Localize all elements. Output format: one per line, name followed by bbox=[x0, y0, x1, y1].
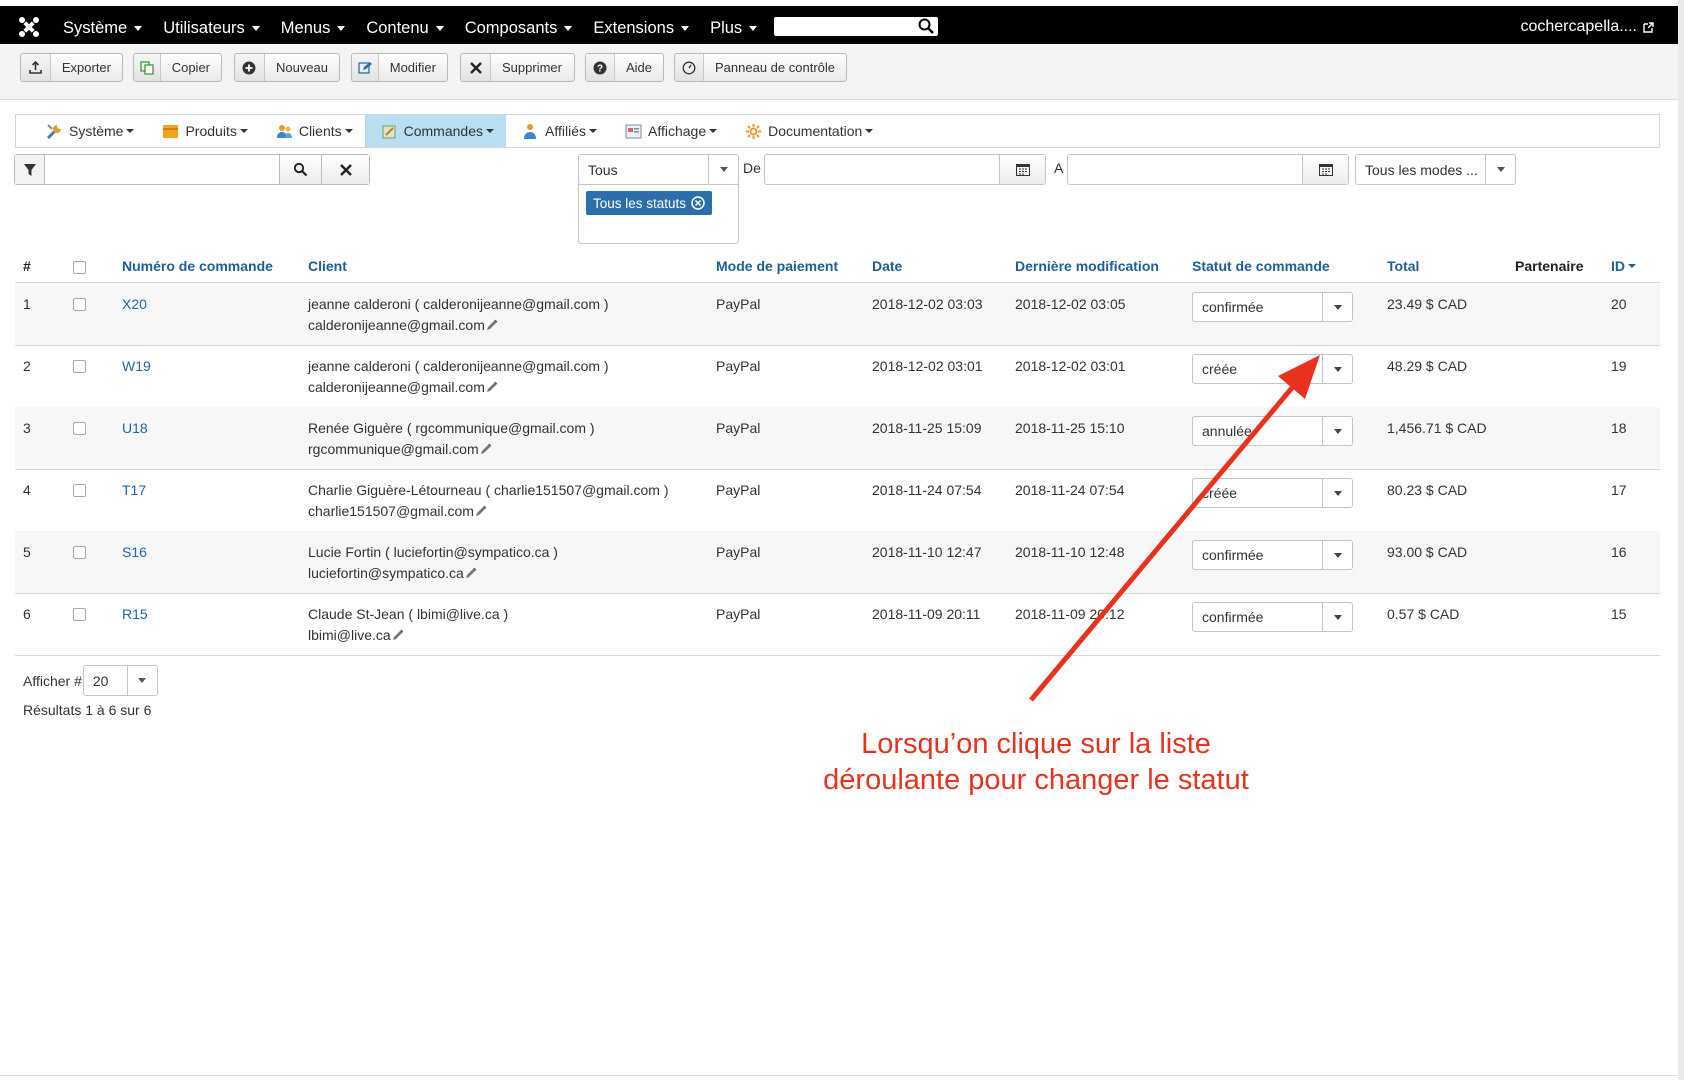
annotation-text: Lorsqu’on clique sur la liste déroulante… bbox=[760, 726, 1312, 798]
window-edge bbox=[1678, 0, 1684, 1080]
annotation-arrow-icon bbox=[1029, 355, 1320, 702]
annotation-line: déroulante pour changer le statut bbox=[823, 764, 1249, 796]
footer-divider bbox=[0, 1075, 1684, 1076]
annotation-line: Lorsqu’on clique sur la liste bbox=[861, 728, 1211, 760]
